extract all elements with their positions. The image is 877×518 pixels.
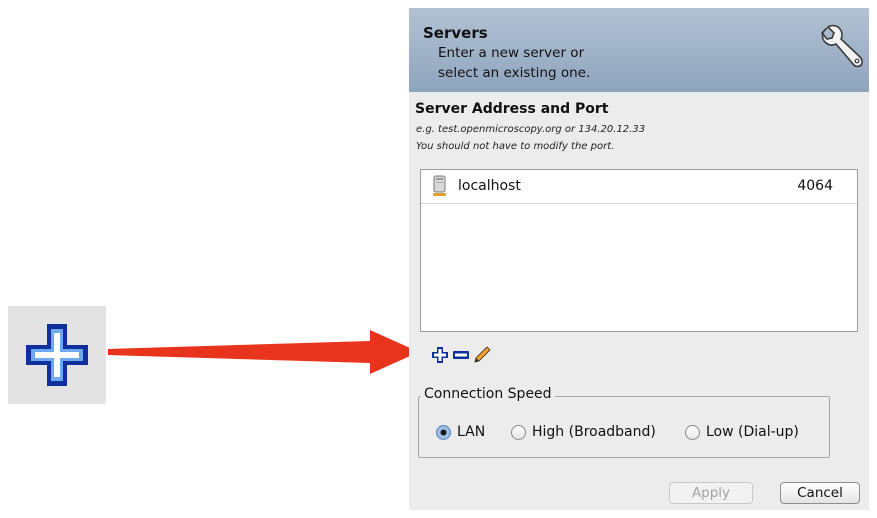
wrench-icon [820,24,863,68]
radio-low-indicator[interactable] [685,424,700,440]
radio-lan[interactable]: LAN [436,424,485,440]
section-title: Server Address and Port [415,101,609,117]
header-subtitle: Enter a new server or select an existing… [438,43,590,83]
radio-low-label: Low (Dial-up) [706,424,799,440]
server-icon [433,175,446,196]
radio-high-indicator[interactable] [511,424,526,440]
minus-icon[interactable] [452,346,470,364]
zoomed-add-icon-panel [8,306,106,404]
hint-example: e.g. test.openmicroscopy.org or 134.20.1… [416,124,646,135]
radio-lan-indicator[interactable] [436,424,451,440]
dialog-header: Servers Enter a new server or select an … [409,8,869,92]
header-title: Servers [423,24,488,42]
radio-lan-label: LAN [457,424,486,440]
radio-low-dialup[interactable]: Low (Dial-up) [685,424,799,440]
connection-speed-legend: Connection Speed [421,386,555,402]
servers-dialog: Servers Enter a new server or select an … [409,8,869,510]
apply-button[interactable]: Apply [669,482,753,504]
server-list[interactable]: localhost 4064 [420,169,858,332]
hint-port: You should not have to modify the port. [416,141,615,152]
callout-arrow [108,330,419,374]
radio-high-label: High (Broadband) [532,424,656,440]
plus-icon [26,324,88,386]
pencil-icon[interactable] [473,346,491,364]
cancel-button[interactable]: Cancel [780,482,860,504]
header-subtitle-line2: select an existing one. [438,65,591,81]
header-subtitle-line1: Enter a new server or [438,45,585,61]
plus-icon[interactable] [431,346,449,364]
server-port: 4064 [797,178,833,194]
server-name: localhost [458,178,521,194]
radio-high-broadband[interactable]: High (Broadband) [511,424,656,440]
server-row[interactable]: localhost 4064 [421,170,857,204]
